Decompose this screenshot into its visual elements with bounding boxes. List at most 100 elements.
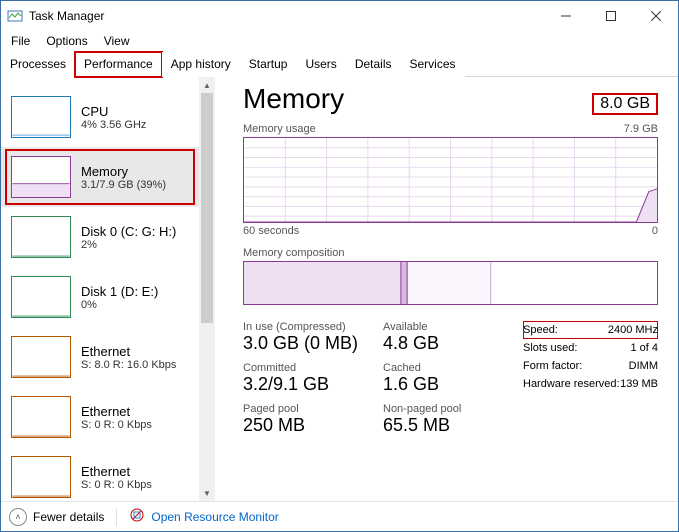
sidebar-item-memory[interactable]: Memory 3.1/7.9 GB (39%): [1, 147, 199, 207]
app-icon: [7, 8, 23, 24]
tab-startup[interactable]: Startup: [240, 52, 297, 77]
scroll-up-button[interactable]: ▲: [199, 77, 215, 93]
sidebar-item-eth0[interactable]: Ethernet S: 8.0 R: 16.0 Kbps: [1, 327, 199, 387]
scroll-thumb[interactable]: [201, 93, 213, 323]
stats-left: In use (Compressed) 3.0 GB (0 MB) Availa…: [243, 321, 493, 444]
slots-value: 1 of 4: [630, 342, 658, 354]
eth1-text: Ethernet S: 0 R: 0 Kbps: [81, 404, 152, 431]
scroll-track[interactable]: [199, 93, 215, 485]
eth2-text: Ethernet S: 0 R: 0 Kbps: [81, 464, 152, 491]
sidebar-item-eth1[interactable]: Ethernet S: 0 R: 0 Kbps: [1, 387, 199, 447]
eth1-title: Ethernet: [81, 404, 152, 419]
eth0-thumb: [11, 336, 71, 378]
task-manager-window: Task Manager File Options View Processes…: [0, 0, 679, 532]
window-title: Task Manager: [29, 9, 543, 23]
memory-sub: 3.1/7.9 GB (39%): [81, 179, 166, 191]
cached-value: 1.6 GB: [383, 374, 493, 395]
tab-performance[interactable]: Performance: [75, 52, 162, 77]
stat-in-use: In use (Compressed) 3.0 GB (0 MB): [243, 321, 383, 354]
titlebar[interactable]: Task Manager: [1, 1, 678, 31]
row-slots: Slots used: 1 of 4: [523, 339, 658, 357]
cpu-title: CPU: [81, 104, 146, 119]
memory-composition-graph[interactable]: [243, 261, 658, 305]
sidebar: CPU 4% 3.56 GHz Memory 3.1/7.9 GB (39%): [1, 77, 199, 501]
disk0-title: Disk 0 (C: G: H:): [81, 224, 176, 239]
tab-details[interactable]: Details: [346, 52, 401, 77]
paged-label: Paged pool: [243, 403, 383, 415]
x-right: 0: [652, 225, 658, 237]
disk1-title: Disk 1 (D: E:): [81, 284, 158, 299]
open-resource-monitor-label: Open Resource Monitor: [151, 510, 278, 524]
cached-label: Cached: [383, 362, 493, 374]
menu-file[interactable]: File: [3, 32, 38, 50]
disk0-sub: 2%: [81, 239, 176, 251]
paged-value: 250 MB: [243, 415, 383, 436]
hwres-value: 139 MB: [620, 378, 658, 390]
maximize-button[interactable]: [588, 1, 633, 30]
hwres-label: Hardware reserved:: [523, 378, 620, 390]
memory-title: Memory: [81, 164, 166, 179]
status-separator: [116, 508, 117, 526]
minimize-button[interactable]: [543, 1, 588, 30]
stats: In use (Compressed) 3.0 GB (0 MB) Availa…: [243, 321, 658, 444]
tab-services[interactable]: Services: [401, 52, 465, 77]
eth1-sub: S: 0 R: 0 Kbps: [81, 419, 152, 431]
usage-x-row: 60 seconds 0: [243, 225, 658, 237]
stat-committed: Committed 3.2/9.1 GB: [243, 362, 383, 395]
eth0-sub: S: 8.0 R: 16.0 Kbps: [81, 359, 176, 371]
disk0-thumb: [11, 216, 71, 258]
sidebar-item-disk1[interactable]: Disk 1 (D: E:) 0%: [1, 267, 199, 327]
committed-label: Committed: [243, 362, 383, 374]
speed-label: Speed:: [523, 324, 558, 336]
usage-max: 7.9 GB: [624, 123, 658, 135]
memory-usage-graph[interactable]: [243, 137, 658, 223]
open-resource-monitor-link[interactable]: Open Resource Monitor: [129, 507, 278, 526]
in-use-label: In use (Compressed): [243, 321, 383, 333]
comp-label-row: Memory composition: [243, 247, 658, 259]
disk0-text: Disk 0 (C: G: H:) 2%: [81, 224, 176, 251]
stats-right: Speed: 2400 MHz Slots used: 1 of 4 Form …: [523, 321, 658, 444]
usage-label-row: Memory usage 7.9 GB: [243, 123, 658, 135]
page-title: Memory: [243, 83, 344, 115]
cpu-sub: 4% 3.56 GHz: [81, 119, 146, 131]
eth0-text: Ethernet S: 8.0 R: 16.0 Kbps: [81, 344, 176, 371]
tab-users[interactable]: Users: [296, 52, 345, 77]
eth2-sub: S: 0 R: 0 Kbps: [81, 479, 152, 491]
main-pane: Memory 8.0 GB Memory usage 7.9 GB: [215, 77, 678, 501]
cpu-text: CPU 4% 3.56 GHz: [81, 104, 146, 131]
disk1-thumb: [11, 276, 71, 318]
scroll-down-button[interactable]: ▼: [199, 485, 215, 501]
tab-processes[interactable]: Processes: [1, 52, 75, 77]
nonpaged-value: 65.5 MB: [383, 415, 493, 436]
stat-available: Available 4.8 GB: [383, 321, 493, 354]
eth1-thumb: [11, 396, 71, 438]
tabs: Processes Performance App history Startu…: [1, 51, 678, 77]
content: CPU 4% 3.56 GHz Memory 3.1/7.9 GB (39%): [1, 77, 678, 501]
available-label: Available: [383, 321, 493, 333]
tab-app-history[interactable]: App history: [162, 52, 240, 77]
comp-label: Memory composition: [243, 247, 344, 259]
row-speed: Speed: 2400 MHz: [523, 321, 658, 339]
disk1-sub: 0%: [81, 299, 158, 311]
main-header: Memory 8.0 GB: [243, 83, 658, 115]
statusbar: ˄ Fewer details Open Resource Monitor: [1, 501, 678, 531]
x-left: 60 seconds: [243, 225, 299, 237]
memory-thumb: [11, 156, 71, 198]
available-value: 4.8 GB: [383, 333, 493, 354]
menu-options[interactable]: Options: [38, 32, 95, 50]
sidebar-item-disk0[interactable]: Disk 0 (C: G: H:) 2%: [1, 207, 199, 267]
sidebar-scrollbar[interactable]: ▲ ▼: [199, 77, 215, 501]
cpu-thumb: [11, 96, 71, 138]
form-value: DIMM: [629, 360, 658, 372]
menu-view[interactable]: View: [96, 32, 138, 50]
fewer-details-button[interactable]: ˄ Fewer details: [9, 508, 104, 526]
sidebar-item-eth2[interactable]: Ethernet S: 0 R: 0 Kbps: [1, 447, 199, 501]
close-button[interactable]: [633, 1, 678, 30]
sidebar-item-cpu[interactable]: CPU 4% 3.56 GHz: [1, 87, 199, 147]
in-use-value: 3.0 GB (0 MB): [243, 333, 383, 354]
window-controls: [543, 1, 678, 31]
memory-total: 8.0 GB: [592, 93, 658, 115]
speed-value: 2400 MHz: [608, 324, 658, 336]
eth2-title: Ethernet: [81, 464, 152, 479]
menubar: File Options View: [1, 31, 678, 51]
